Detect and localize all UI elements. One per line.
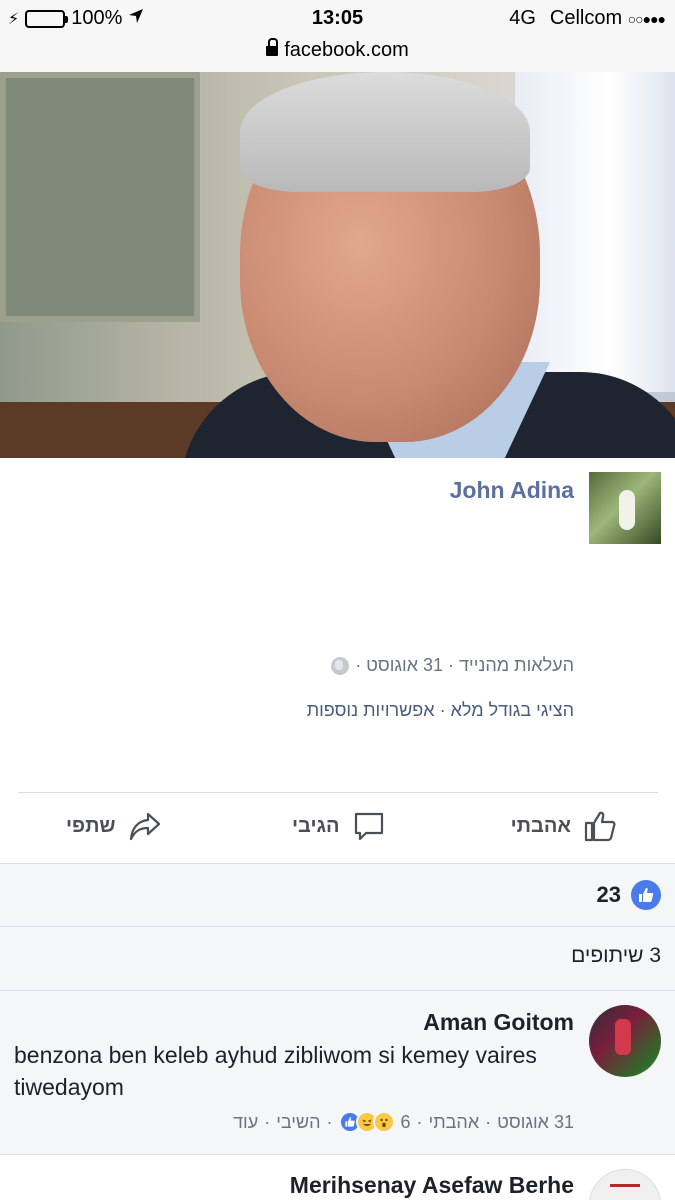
lock-icon <box>266 38 279 57</box>
post-meta-text: העלאות מהנייד · 31 אוגוסט · <box>355 655 574 675</box>
post-meta: העלאות מהנייד · 31 אוגוסט · <box>331 655 574 676</box>
url-bar[interactable]: facebook.com <box>0 36 675 72</box>
thumbs-up-icon <box>583 809 617 843</box>
comment-button[interactable]: הגיבי <box>292 809 386 843</box>
share-label: שתפי <box>66 814 116 837</box>
shares-count[interactable]: 3 שיתופים <box>571 944 661 968</box>
comment-item: Aman Goitom benzona ben keleb ayhud zibl… <box>0 991 675 1155</box>
author-avatar[interactable] <box>589 472 661 544</box>
comment-label: הגיבי <box>292 814 340 837</box>
comment-reply-link[interactable]: השיבי <box>276 1112 320 1133</box>
like-reaction-icon <box>631 880 661 910</box>
background-frame <box>0 72 200 322</box>
reactions-count: 23 <box>596 882 621 907</box>
comment-item: Merihsenay Asefaw Berhe <box>0 1155 675 1200</box>
shares-bar[interactable]: 3 שיתופים <box>0 927 675 991</box>
carrier-name: Cellcom ○○●●● <box>549 7 666 29</box>
commenter-avatar[interactable] <box>589 1169 661 1200</box>
reactions-summary[interactable]: 23 <box>597 880 661 910</box>
comment-text: benzona ben keleb ayhud zibliwom si keme… <box>14 1042 537 1100</box>
author-name-link[interactable]: John Adina <box>450 477 574 504</box>
share-button[interactable]: שתפי <box>66 809 162 843</box>
commenter-name[interactable]: Merihsenay Asefaw Berhe <box>290 1172 574 1199</box>
background-flag <box>515 72 675 392</box>
globe-icon <box>331 656 350 675</box>
network-type: 4G <box>509 7 536 29</box>
url-domain: facebook.com <box>284 39 409 61</box>
share-arrow-icon <box>128 809 162 843</box>
signal-strength-icon: ○○●●● <box>627 11 666 27</box>
post-photo[interactable] <box>0 72 675 458</box>
comment-reactions[interactable]: 6 <box>338 1111 411 1133</box>
like-label: אהבתי <box>510 814 571 837</box>
wow-reaction-icon <box>372 1111 395 1133</box>
commenter-avatar[interactable] <box>589 1005 661 1077</box>
hair-shape <box>240 72 530 192</box>
comment-reaction-count: 6 <box>400 1111 411 1132</box>
comment-like-link[interactable]: אהבתי <box>429 1112 480 1133</box>
photo-options-links[interactable]: הציגי בגודל מלא · אפשרויות נוספות <box>307 700 574 721</box>
comment-more-link[interactable]: עוד <box>233 1112 258 1133</box>
comment-date: 31 אוגוסט <box>497 1111 574 1132</box>
comment-meta: 31 אוגוסט · אהבתי · 6 · השיבי · עוד <box>233 1111 574 1133</box>
status-bar: ⚡ 100% 13:05 4G Cellcom ○○●●● <box>0 0 675 36</box>
post-action-bar: אהבתי הגיבי שתפי <box>0 793 675 863</box>
speech-bubble-icon <box>352 809 386 843</box>
status-right: 4G Cellcom ○○●●● <box>509 7 666 30</box>
like-button[interactable]: אהבתי <box>511 809 617 843</box>
commenter-name[interactable]: Aman Goitom <box>423 1009 574 1036</box>
reactions-bar[interactable]: 23 <box>0 863 675 927</box>
